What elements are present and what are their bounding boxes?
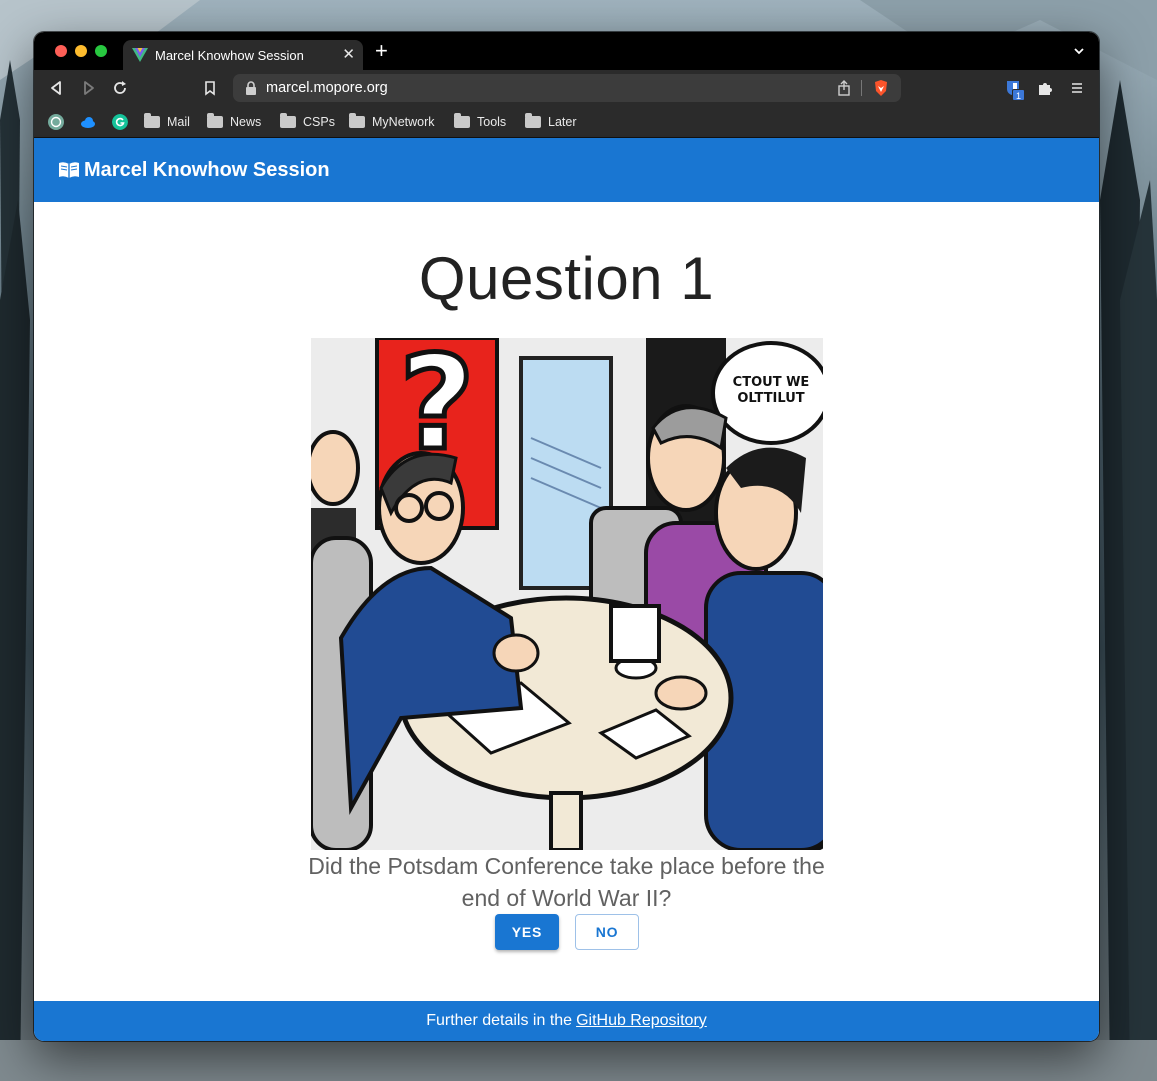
close-window-button[interactable] [55, 45, 67, 57]
app-title: Marcel Knowhow Session [84, 158, 330, 181]
lock-icon [246, 81, 256, 95]
back-icon[interactable] [48, 79, 66, 97]
tab-active[interactable]: Marcel Knowhow Session ✕ [123, 40, 363, 70]
bookmark-label: MyNetwork [372, 115, 435, 129]
tab-close-icon[interactable]: ✕ [342, 45, 355, 63]
folder-icon [280, 113, 296, 128]
yes-button[interactable]: YES [495, 914, 559, 950]
minimize-window-button[interactable] [75, 45, 87, 57]
app-bar: Marcel Knowhow Session [34, 138, 1099, 202]
bookmark-label: Tools [477, 115, 507, 129]
folder-icon [144, 113, 160, 128]
tab-strip: Marcel Knowhow Session ✕ + [34, 32, 1099, 70]
bookmark-label: News [230, 115, 262, 129]
menu-icon[interactable] [1068, 79, 1086, 97]
book-open-icon [59, 162, 79, 178]
forward-icon[interactable] [79, 79, 97, 97]
bookmark-label: Later [548, 115, 577, 129]
folder-icon [349, 113, 365, 128]
address-bar[interactable]: marcel.mopore.org [233, 74, 901, 102]
bookmark-icon[interactable] [201, 79, 219, 97]
extensions-puzzle-icon[interactable] [1036, 79, 1054, 97]
bitwarden-badge: 1 [1012, 89, 1025, 101]
question-heading: Question 1 [418, 245, 715, 312]
reload-icon[interactable] [111, 79, 129, 97]
bookmark-news[interactable]: News [207, 112, 261, 132]
onedrive-icon[interactable] [80, 114, 96, 130]
chatgpt-icon[interactable] [48, 114, 64, 130]
folder-icon [525, 113, 541, 128]
bookmark-csps[interactable]: CSPs [280, 112, 335, 132]
bookmark-mail[interactable]: Mail [144, 112, 190, 132]
bookmark-label: CSPs [303, 115, 335, 129]
maximize-window-button[interactable] [95, 45, 107, 57]
question-text: Did the Potsdam Conference take place be… [308, 853, 825, 911]
github-repository-link[interactable]: GitHub Repository [576, 1012, 707, 1030]
url-divider [861, 80, 862, 96]
footer-text: Further details in the [426, 1012, 573, 1029]
no-button[interactable]: NO [575, 914, 639, 950]
share-icon[interactable] [837, 80, 851, 96]
url-text: marcel.mopore.org [266, 80, 388, 96]
question-illustration: ? CTOUT WE OLTTILUT [311, 338, 823, 850]
svg-text:OLTTILUT: OLTTILUT [737, 391, 804, 406]
main-content: Question 1 ? CTOUT WE OLTTILUT Did the P… [34, 202, 1099, 1001]
vue-logo-icon [132, 48, 148, 62]
bookmarks-bar: Mail News CSPs MyNetwork Tools Later [34, 106, 1099, 138]
bookmark-later[interactable]: Later [525, 112, 577, 132]
new-tab-button[interactable]: + [375, 40, 388, 62]
bookmark-tools[interactable]: Tools [454, 112, 506, 132]
folder-icon [454, 113, 470, 128]
tab-title: Marcel Knowhow Session [155, 48, 304, 63]
browser-window: Marcel Knowhow Session ✕ + marcel.mopore [34, 32, 1099, 1041]
folder-icon [207, 113, 223, 128]
page-footer: Further details in the GitHub Repository [34, 1001, 1099, 1041]
chevron-down-icon[interactable] [1073, 45, 1085, 57]
grammarly-icon[interactable] [112, 114, 128, 130]
browser-toolbar: marcel.mopore.org 1 [34, 70, 1099, 106]
svg-text:CTOUT WE: CTOUT WE [733, 375, 810, 390]
brave-shield-icon[interactable] [873, 79, 889, 97]
bookmark-label: Mail [167, 115, 190, 129]
bookmark-mynetwork[interactable]: MyNetwork [349, 112, 435, 132]
